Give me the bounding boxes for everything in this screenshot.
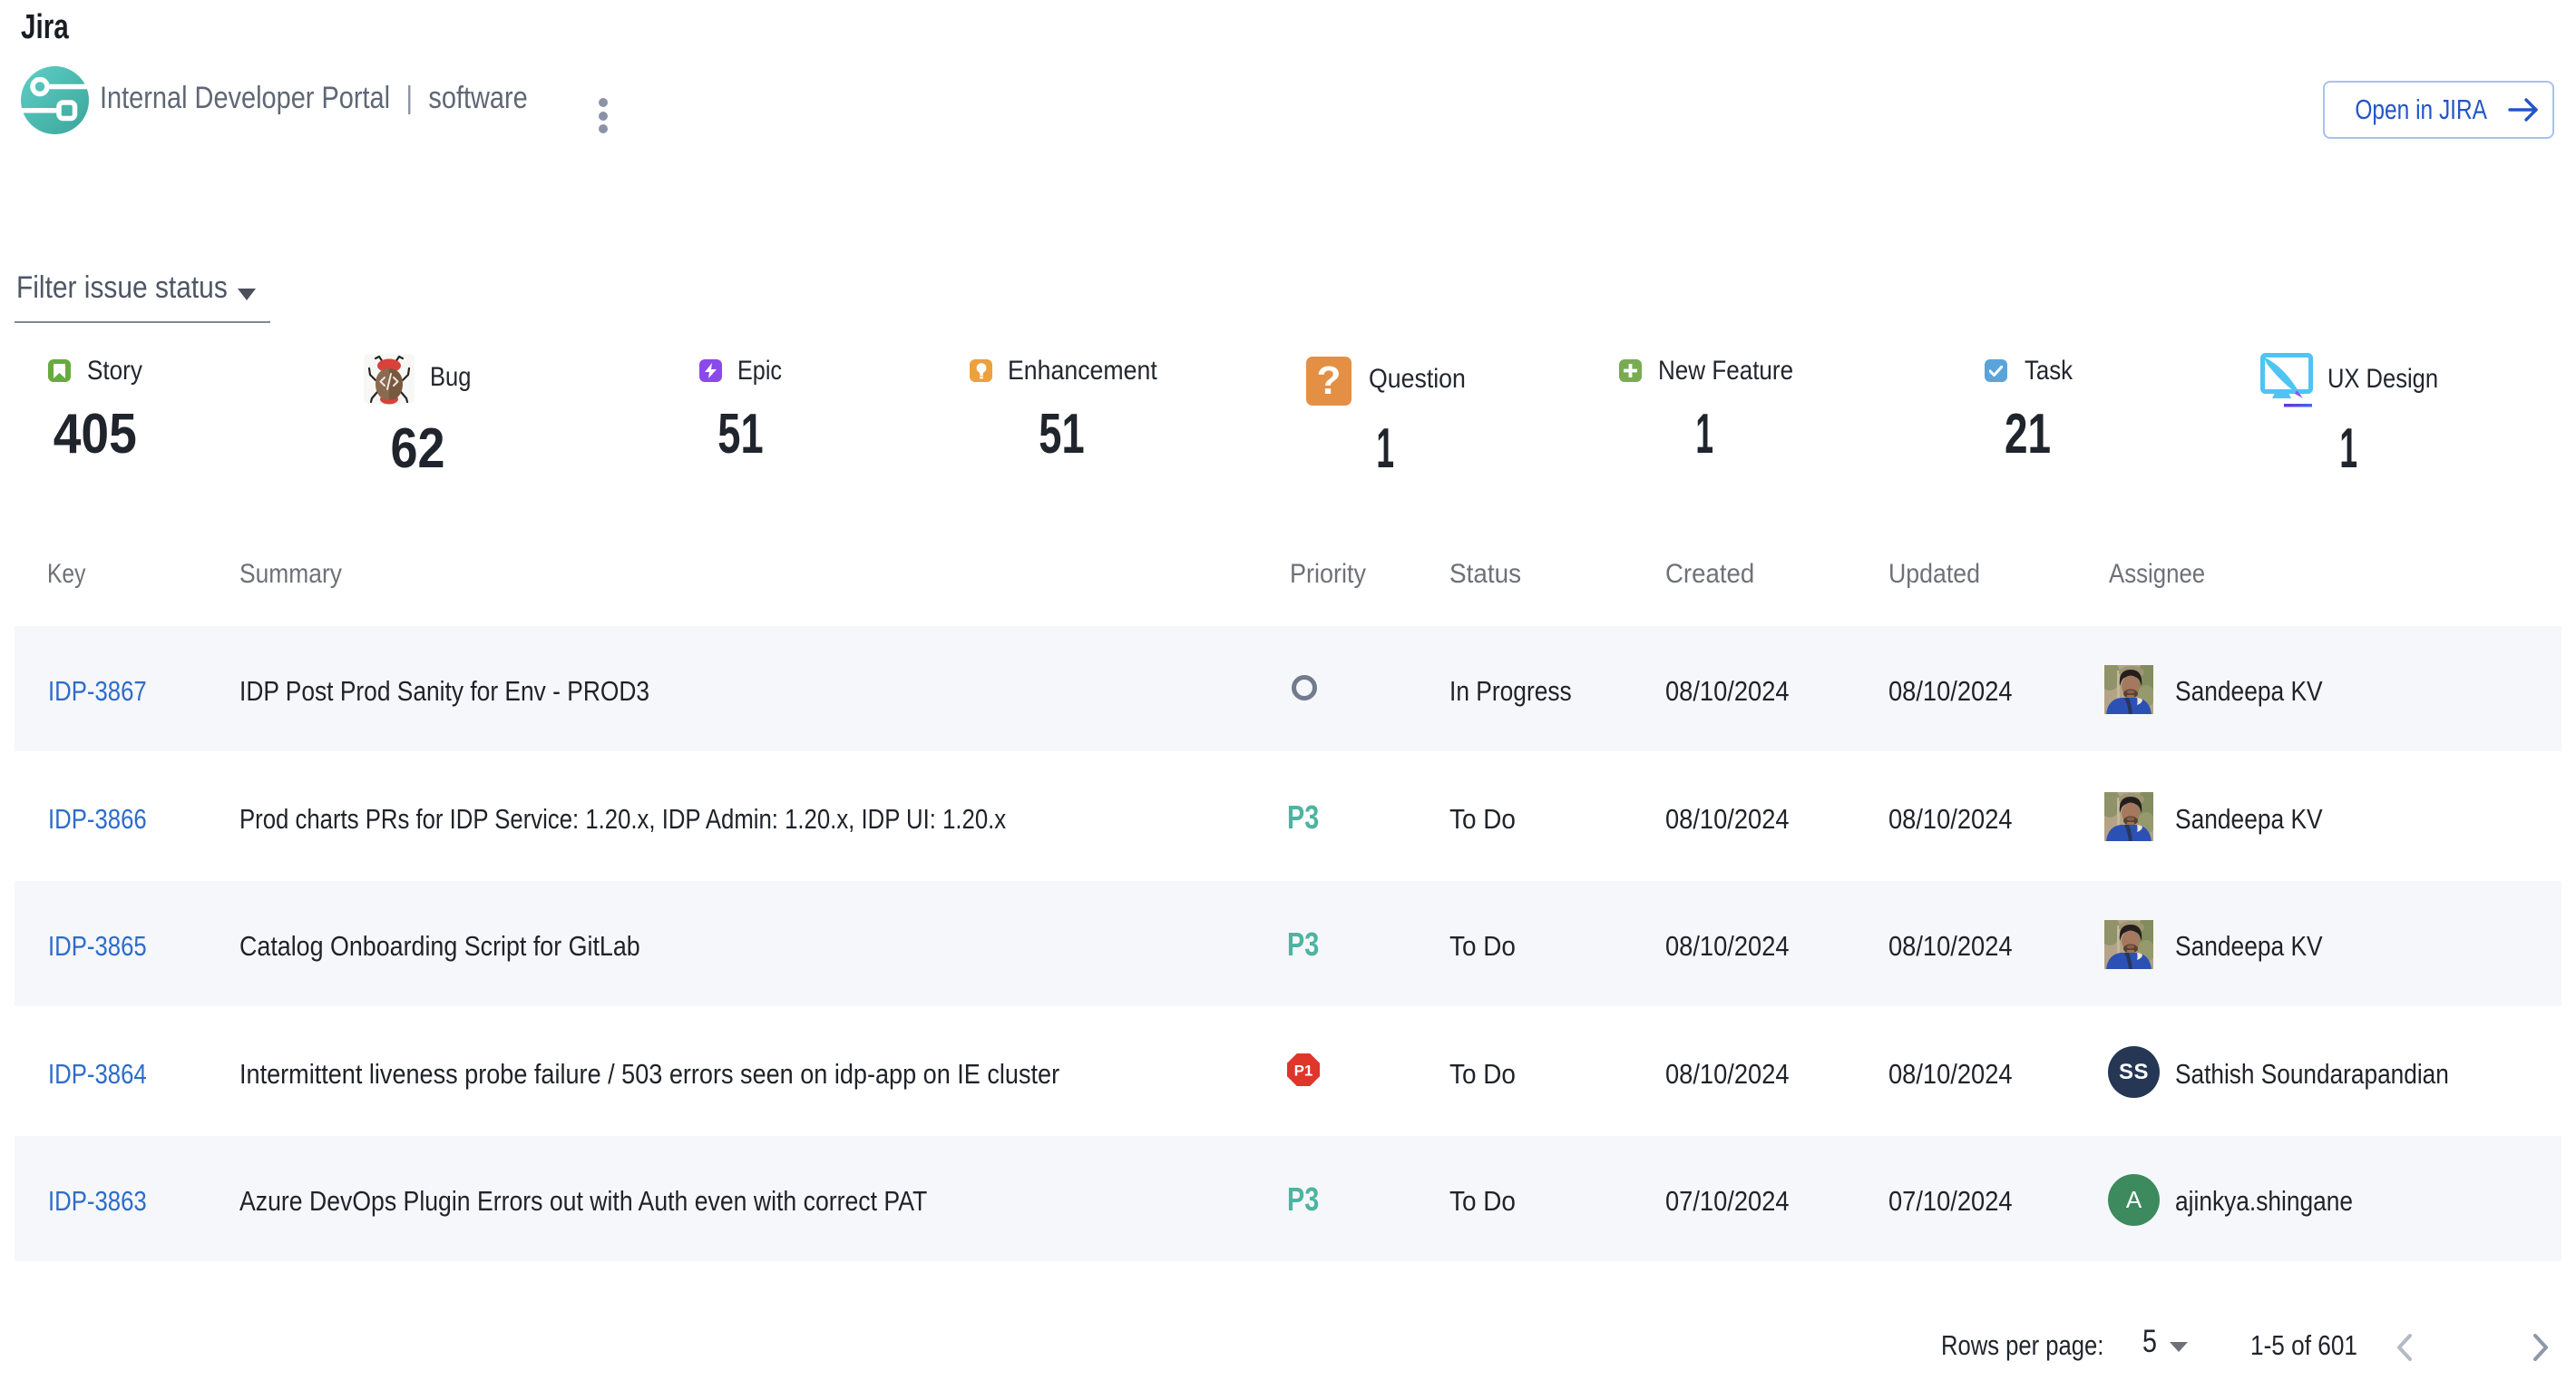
svg-text:P1: P1: [1294, 1063, 1313, 1080]
